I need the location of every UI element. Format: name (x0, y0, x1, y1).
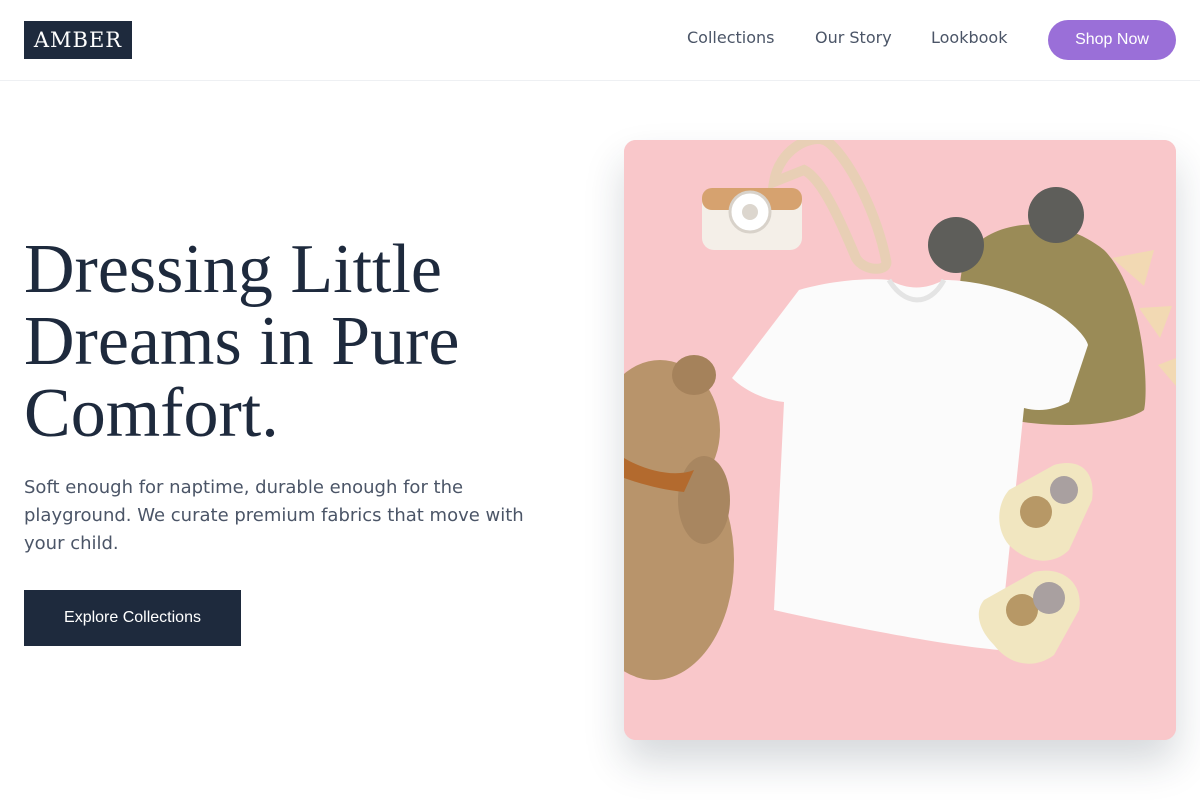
site-header: AMBER Collections Our Story Lookbook Sho… (0, 0, 1200, 81)
hero-title: Dressing Little Dreams in Pure Comfort. (24, 231, 460, 452)
wooden-camera (702, 188, 802, 250)
shop-now-button[interactable]: Shop Now (1048, 20, 1176, 60)
hero-subtitle: Soft enough for naptime, durable enough … (24, 477, 524, 554)
baby-outfit-flatlay-illustration (624, 140, 1176, 740)
amber-logo[interactable]: AMBER (24, 21, 132, 59)
nav-link-collections[interactable]: Collections (687, 28, 774, 48)
nav-link-lookbook[interactable]: Lookbook (931, 28, 1007, 48)
hero-product-photo (624, 140, 1176, 740)
nav-link-our-story[interactable]: Our Story (815, 28, 892, 48)
explore-collections-button[interactable]: Explore Collections (24, 590, 241, 646)
